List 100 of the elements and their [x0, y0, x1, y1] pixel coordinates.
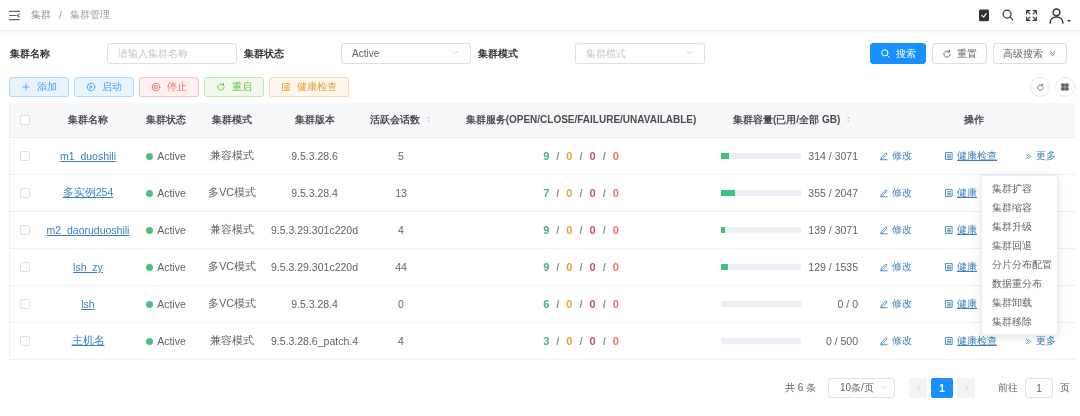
select-all-checkbox[interactable] [20, 115, 30, 125]
pen-icon [879, 151, 889, 161]
health-check-link[interactable]: 健康 [944, 223, 977, 237]
list-icon [944, 225, 954, 235]
pen-icon [879, 336, 889, 346]
service-count: 0 [589, 224, 596, 236]
breadcrumb-item[interactable]: 集群 [31, 8, 51, 22]
service-separator: / [602, 187, 606, 199]
capacity-text: 139 / 3071 [808, 224, 858, 236]
menu-item[interactable]: 分片分布配置 [982, 255, 1057, 274]
toolbar-button[interactable]: 启动 [74, 77, 134, 97]
row-checkbox[interactable] [20, 225, 30, 235]
user-icon[interactable] [1048, 6, 1065, 24]
toolbar-button[interactable]: 停止 [139, 77, 199, 97]
prev-page-button[interactable] [909, 378, 927, 398]
edit-link[interactable]: 修改 [879, 297, 912, 311]
edit-link[interactable]: 修改 [879, 334, 912, 348]
page-input[interactable]: 1 [1025, 378, 1053, 398]
refresh-button[interactable] [1030, 77, 1050, 97]
edit-link[interactable]: 修改 [879, 149, 912, 163]
cluster-name-link[interactable]: 主机名 [71, 334, 105, 348]
reset-button[interactable]: 重置 [932, 43, 987, 64]
service-count: 0 [566, 261, 573, 273]
cluster-name-link[interactable]: m1_duoshili [59, 150, 116, 162]
column-header: 集群状态 [146, 113, 186, 127]
row-checkbox[interactable] [20, 151, 30, 161]
service-separator: / [556, 298, 560, 310]
service-count: 0 [589, 335, 596, 347]
service-separator: / [579, 298, 583, 310]
menu-fold-icon[interactable] [8, 8, 21, 22]
table-cell: 13 [395, 187, 407, 199]
page-size-select[interactable]: 10条/页 [828, 378, 895, 398]
table-cell: 9.5.3.29.301c220d [271, 224, 358, 236]
grid-button[interactable] [1055, 77, 1075, 97]
search-button[interactable]: 搜索 [870, 43, 926, 64]
edit-link[interactable]: 修改 [879, 186, 912, 200]
row-checkbox[interactable] [20, 188, 30, 198]
service-count: 0 [566, 150, 573, 162]
column-header: 集群容量(已用/全部 GB) [733, 113, 841, 127]
table-cell: 9.5.3.29.301c220d [271, 261, 358, 273]
menu-item[interactable]: 数据重分布 [982, 274, 1057, 293]
service-count: 0 [612, 150, 619, 162]
next-page-button[interactable] [957, 378, 975, 398]
column-header: 集群名称 [68, 113, 108, 127]
health-check-link[interactable]: 健康 [944, 297, 977, 311]
service-separator: / [556, 150, 560, 162]
menu-item[interactable]: 集群卸载 [982, 293, 1057, 312]
refresh-icon [1035, 82, 1045, 92]
filter-label: 集群名称 [10, 46, 51, 61]
select-field[interactable]: Active [341, 43, 471, 64]
service-separator: / [579, 261, 583, 273]
cluster-name-link[interactable]: m2_daoruduoshili [46, 224, 130, 236]
status-text: Active [157, 150, 186, 162]
page-button[interactable]: 1 [931, 378, 953, 398]
more-link[interactable]: 更多 [1024, 334, 1056, 348]
table-cell: 兼容模式 [210, 149, 254, 163]
menu-item[interactable]: 集群移除 [982, 312, 1057, 331]
row-checkbox[interactable] [20, 262, 30, 272]
cluster-name-link[interactable]: lsh_zy [73, 261, 103, 273]
service-count: 6 [543, 298, 550, 310]
menu-item[interactable]: 集群扩容 [982, 179, 1057, 198]
table-cell: 9.5.3.28.6 [291, 150, 338, 162]
capacity-text: 129 / 1535 [808, 261, 858, 273]
filter-label: 集群状态 [244, 46, 285, 61]
menu-item[interactable]: 集群缩容 [982, 198, 1057, 217]
breadcrumb-item[interactable]: 集群管理 [69, 8, 110, 22]
more-link[interactable]: 更多 [1024, 149, 1056, 163]
column-header: 集群版本 [294, 113, 335, 127]
grid-icon [1060, 82, 1070, 92]
service-separator: / [579, 335, 583, 347]
health-check-link[interactable]: 健康 [944, 186, 977, 200]
menu-item[interactable]: 集群升级 [982, 217, 1057, 236]
menu-item[interactable]: 集群回退 [982, 236, 1057, 255]
service-separator: / [556, 261, 560, 273]
double-chevron-right-icon [1024, 151, 1033, 161]
search-icon[interactable] [1001, 8, 1015, 22]
row-checkbox[interactable] [20, 336, 30, 346]
toolbar-button[interactable]: 添加 [9, 77, 69, 97]
search-icon [880, 48, 891, 59]
service-count: 0 [589, 298, 596, 310]
cluster-name-link[interactable]: lsh [81, 298, 95, 310]
health-check-link[interactable]: 健康 [944, 260, 977, 274]
edit-link[interactable]: 修改 [879, 260, 912, 274]
service-separator: / [579, 224, 583, 236]
service-count: 0 [612, 335, 619, 347]
cluster-name-link[interactable]: 多实例254 [62, 186, 114, 200]
fullscreen-icon[interactable] [1025, 8, 1038, 22]
table-cell: 9.5.3.28.4 [291, 187, 338, 199]
status-text: Active [157, 261, 186, 273]
service-count: 0 [612, 224, 619, 236]
health-check-link[interactable]: 健康检查 [944, 149, 997, 163]
clipboard-check-icon[interactable] [977, 8, 991, 22]
status-text: Active [157, 187, 186, 199]
service-separator: / [556, 335, 560, 347]
health-check-link[interactable]: 健康检查 [944, 334, 997, 348]
service-count: 9 [543, 150, 550, 162]
row-checkbox[interactable] [20, 299, 30, 309]
edit-link[interactable]: 修改 [879, 223, 912, 237]
list-icon [281, 82, 291, 92]
advanced-search-button[interactable]: 高级搜索 [993, 43, 1067, 64]
